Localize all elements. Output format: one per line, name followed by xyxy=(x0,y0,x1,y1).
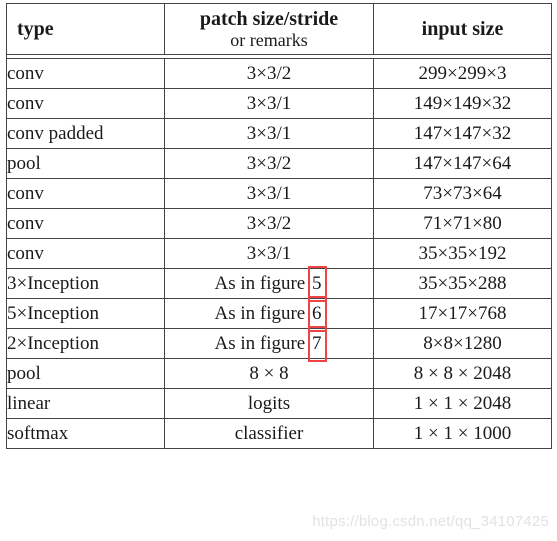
figure-reference-label: As in figure xyxy=(214,302,306,324)
cell-input-size: 149×149×32 xyxy=(373,88,552,119)
cell-layer-type: 2×Inception xyxy=(6,328,165,359)
cell-layer-type: pool xyxy=(6,148,165,179)
column-header-patch-size: patch size/stride or remarks xyxy=(164,3,374,55)
cell-input-size: 1 × 1 × 2048 xyxy=(373,388,552,419)
cell-patch-size: logits xyxy=(164,388,374,419)
cell-patch-size: 3×3/1 xyxy=(164,238,374,269)
cell-patch-size: 8 × 8 xyxy=(164,358,374,389)
header-row: type patch size/stride or remarks input … xyxy=(6,3,552,55)
cell-input-size: 35×35×288 xyxy=(373,268,552,299)
figure-number: 6 xyxy=(312,302,322,324)
cell-patch-size: 3×3/2 xyxy=(164,148,374,179)
cell-input-size: 35×35×192 xyxy=(373,238,552,269)
architecture-table: type patch size/stride or remarks input … xyxy=(6,3,552,449)
table-row: conv 3×3/1 149×149×32 xyxy=(6,88,552,119)
table-row: conv 3×3/2 71×71×80 xyxy=(6,208,552,239)
figure-reference-label: As in figure xyxy=(214,272,306,294)
cell-layer-type: conv padded xyxy=(6,118,165,149)
cell-patch-size: As in figure 5 xyxy=(164,265,374,302)
cell-layer-type: conv xyxy=(6,58,165,89)
figure-number-highlight: 5 xyxy=(308,265,327,302)
figure-reference-label: As in figure xyxy=(214,332,306,354)
cell-layer-type: conv xyxy=(6,238,165,269)
cell-patch-size: As in figure 7 xyxy=(164,325,374,362)
table-row: conv padded 3×3/1 147×147×32 xyxy=(6,118,552,149)
figure-reference: As in figure 7 xyxy=(214,325,327,362)
cell-layer-type: 3×Inception xyxy=(6,268,165,299)
table-body: conv 3×3/2 299×299×3 conv 3×3/1 149×149×32 con… xyxy=(6,54,552,449)
cell-patch-size: 3×3/2 xyxy=(164,208,374,239)
column-header-input-size: input size xyxy=(373,3,552,55)
column-header-patch-main: patch size/stride xyxy=(199,8,339,31)
table-row: conv 3×3/2 299×299×3 xyxy=(6,58,552,89)
table-row: conv 3×3/1 35×35×192 xyxy=(6,238,552,269)
watermark: https://blog.csdn.net/qq_34107425 xyxy=(312,513,549,530)
cell-layer-type: conv xyxy=(6,178,165,209)
cell-layer-type: linear xyxy=(6,388,165,419)
cell-input-size: 17×17×768 xyxy=(373,298,552,329)
cell-layer-type: softmax xyxy=(6,418,165,449)
cell-patch-size: As in figure 6 xyxy=(164,295,374,332)
cell-patch-size: 3×3/1 xyxy=(164,118,374,149)
figure-number-highlight: 6 xyxy=(308,295,327,332)
table-row: pool 3×3/2 147×147×64 xyxy=(6,148,552,179)
cell-input-size: 73×73×64 xyxy=(373,178,552,209)
table-row: 5×Inception As in figure 6 17×17×768 xyxy=(6,295,552,332)
cell-input-size: 1 × 1 × 1000 xyxy=(373,418,552,449)
cell-patch-size: 3×3/2 xyxy=(164,58,374,89)
cell-input-size: 147×147×32 xyxy=(373,118,552,149)
cell-input-size: 8×8×1280 xyxy=(373,328,552,359)
cell-input-size: 8 × 8 × 2048 xyxy=(373,358,552,389)
cell-patch-size: 3×3/1 xyxy=(164,178,374,209)
cell-input-size: 147×147×64 xyxy=(373,148,552,179)
figure-reference: As in figure 6 xyxy=(214,295,327,332)
cell-layer-type: pool xyxy=(6,358,165,389)
table-row: softmax classifier 1 × 1 × 1000 xyxy=(6,418,552,449)
column-header-type: type xyxy=(6,3,165,55)
table-row: 3×Inception As in figure 5 35×35×288 xyxy=(6,265,552,302)
cell-patch-size: 3×3/1 xyxy=(164,88,374,119)
cell-patch-size: classifier xyxy=(164,418,374,449)
figure-number: 5 xyxy=(312,272,322,294)
cell-input-size: 71×71×80 xyxy=(373,208,552,239)
cell-layer-type: conv xyxy=(6,88,165,119)
architecture-table-container: type patch size/stride or remarks input … xyxy=(6,3,552,449)
cell-input-size: 299×299×3 xyxy=(373,58,552,89)
figure-number: 7 xyxy=(312,332,322,354)
column-header-patch-sub: or remarks xyxy=(230,29,308,50)
table-header: type patch size/stride or remarks input … xyxy=(6,3,552,55)
table-row: 2×Inception As in figure 7 8×8×1280 xyxy=(6,325,552,362)
figure-reference: As in figure 5 xyxy=(214,265,327,302)
table-row: linear logits 1 × 1 × 2048 xyxy=(6,388,552,419)
figure-number-highlight: 7 xyxy=(308,325,327,362)
table-row: pool 8 × 88 × 8 × 2048 xyxy=(6,358,552,389)
cell-layer-type: conv xyxy=(6,208,165,239)
cell-layer-type: 5×Inception xyxy=(6,298,165,329)
page-root: type patch size/stride or remarks input … xyxy=(0,0,557,541)
table-row: conv 3×3/1 73×73×64 xyxy=(6,178,552,209)
